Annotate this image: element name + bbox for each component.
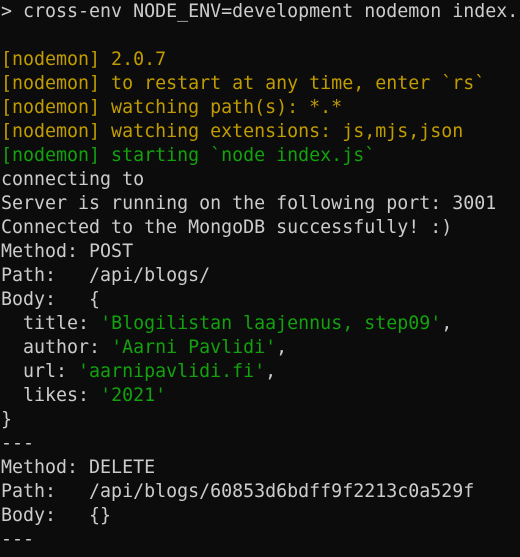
terminal-text-segment: > cross-env NODE_ENV=development nodemon…: [1, 1, 520, 22]
terminal-text-segment: likes:: [1, 385, 101, 406]
terminal-line: > cross-env NODE_ENV=development nodemon…: [1, 0, 520, 24]
terminal-line: [nodemon] to restart at any time, enter …: [1, 72, 485, 96]
terminal-text-segment: 'Aarni Pavlidi': [111, 337, 277, 358]
terminal-text-segment: ,: [276, 337, 288, 358]
terminal-line: Path: /api/blogs/: [1, 264, 210, 288]
terminal-line: ---: [1, 528, 34, 552]
terminal-text-segment: [nodemon] starting `node index.js`: [1, 145, 376, 166]
terminal-line: Method: DELETE: [1, 456, 155, 480]
terminal-line: }: [1, 408, 12, 432]
terminal-text-segment: [nodemon] 2.0.7: [1, 49, 167, 70]
terminal-output[interactable]: > cross-env NODE_ENV=development nodemon…: [0, 0, 520, 557]
terminal-text-segment: Body: {: [1, 289, 101, 310]
terminal-text-segment: Method: DELETE: [1, 457, 156, 478]
terminal-line: [nodemon] 2.0.7: [1, 48, 166, 72]
terminal-text-segment: Connected to the MongoDB successfully! :…: [1, 217, 453, 238]
terminal-text-segment: }: [1, 409, 13, 430]
terminal-line: [nodemon] starting `node index.js`: [1, 144, 375, 168]
terminal-line: author: 'Aarni Pavlidi',: [1, 336, 287, 360]
terminal-line: ---: [1, 432, 34, 456]
terminal-line: Body: {}: [1, 504, 111, 528]
terminal-text-segment: title:: [1, 313, 101, 334]
terminal-text-segment: ---: [1, 529, 35, 550]
terminal-text-segment: [nodemon] watching path(s): *.*: [1, 97, 343, 118]
terminal-line: likes: '2021': [1, 384, 166, 408]
terminal-text-segment: ,: [265, 361, 277, 382]
terminal-line: [nodemon] watching path(s): *.*: [1, 96, 342, 120]
terminal-text-segment: 'Blogilistan laajennus, step09': [100, 313, 442, 334]
terminal-line: Server is running on the following port:…: [1, 192, 496, 216]
terminal-text-segment: Server is running on the following port:…: [1, 193, 497, 214]
terminal-line: Connected to the MongoDB successfully! :…: [1, 216, 452, 240]
terminal-line: [nodemon] watching extensions: js,mjs,js…: [1, 120, 463, 144]
terminal-text-segment: '2021': [100, 385, 167, 406]
terminal-line: Method: POST: [1, 240, 133, 264]
terminal-line: connecting to: [1, 168, 144, 192]
terminal-line: Body: {: [1, 288, 100, 312]
terminal-text-segment: Method: POST: [1, 241, 134, 262]
terminal-text-segment: Path: /api/blogs/: [1, 265, 211, 286]
terminal-text-segment: 'aarnipavlidi.fi': [78, 361, 266, 382]
terminal-text-segment: [nodemon] watching extensions: js,mjs,js…: [1, 121, 464, 142]
terminal-line: url: 'aarnipavlidi.fi',: [1, 360, 276, 384]
terminal-text-segment: ---: [1, 433, 35, 454]
terminal-text-segment: author:: [1, 337, 112, 358]
terminal-text-segment: ,: [441, 313, 453, 334]
terminal-text-segment: [nodemon] to restart at any time, enter …: [1, 73, 486, 94]
terminal-line: Path: /api/blogs/60853d6bdff9f2213c0a529…: [1, 480, 474, 504]
terminal-text-segment: url:: [1, 361, 79, 382]
terminal-line: title: 'Blogilistan laajennus, step09',: [1, 312, 452, 336]
terminal-text-segment: Body: {}: [1, 505, 112, 526]
terminal-text-segment: Path: /api/blogs/60853d6bdff9f2213c0a529…: [1, 481, 475, 502]
terminal-text-segment: connecting to: [1, 169, 145, 190]
